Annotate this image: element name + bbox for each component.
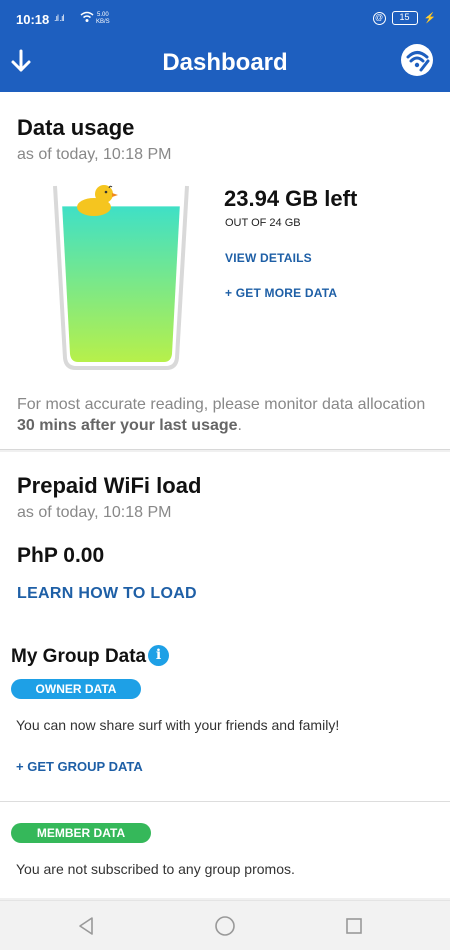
usage-note: For most accurate reading, please monito… xyxy=(17,394,437,436)
data-level-fill xyxy=(62,206,180,362)
network-speed-value: 5.00 xyxy=(97,12,109,18)
group-data-title: My Group Data xyxy=(11,646,147,667)
wifi-status-icon xyxy=(80,11,94,26)
member-data-badge: MEMBER DATA xyxy=(11,823,151,843)
page-title: Dashboard xyxy=(162,49,288,76)
data-usage-timestamp: as of today, 10:18 PM xyxy=(17,146,172,163)
view-details-link[interactable]: VIEW DETAILS xyxy=(225,251,312,265)
get-group-data-link[interactable]: + GET GROUP DATA xyxy=(16,759,143,774)
network-speed-unit: KB/S xyxy=(96,19,110,25)
charging-bolt-icon: ⚡ xyxy=(423,12,436,24)
network-speed: 5.00 KB/S xyxy=(96,12,110,26)
data-total: OUT OF 24 GB xyxy=(225,217,301,229)
member-data-text: You are not subscribed to any group prom… xyxy=(16,861,295,877)
get-more-data-link[interactable]: + GET MORE DATA xyxy=(225,286,337,300)
wifi-balance: PhP 0.00 xyxy=(17,544,105,567)
wifi-load-card: Prepaid WiFi load as of today, 10:18 PM … xyxy=(0,452,450,620)
status-time: 10:18 xyxy=(16,12,50,27)
app-bar: Dashboard xyxy=(0,40,450,92)
divider xyxy=(0,801,450,802)
back-triangle-icon[interactable] xyxy=(75,915,97,937)
wifi-load-timestamp: as of today, 10:18 PM xyxy=(17,504,172,521)
wifi-load-title: Prepaid WiFi load xyxy=(17,473,202,498)
owner-data-text: You can now share surf with your friends… xyxy=(16,717,340,733)
learn-how-to-load-link[interactable]: LEARN HOW TO LOAD xyxy=(17,585,197,603)
info-icon[interactable]: i xyxy=(148,645,169,666)
usage-note-prefix: For most accurate reading, please monito… xyxy=(17,396,426,413)
home-circle-icon[interactable] xyxy=(214,915,236,937)
battery-icon: 15 xyxy=(391,11,418,25)
rotation-lock-icon: @ xyxy=(372,11,386,25)
usage-note-suffix: . xyxy=(237,417,242,434)
data-remaining: 23.94 GB left xyxy=(224,186,358,211)
recents-square-icon[interactable] xyxy=(343,915,365,937)
group-data-card: My Group Data i OWNER DATA You can now s… xyxy=(0,620,450,898)
signal-icon: .ıl .ıl xyxy=(54,13,64,23)
usage-note-emphasis: 30 mins after your last usage xyxy=(17,417,238,434)
data-usage-card: Data usage as of today, 10:18 PM 23.94 G… xyxy=(0,92,450,450)
data-glass-gauge xyxy=(53,185,189,370)
system-nav-bar xyxy=(0,900,450,950)
wifi-logo-icon[interactable] xyxy=(401,44,433,76)
owner-data-badge: OWNER DATA xyxy=(11,679,141,699)
data-usage-title: Data usage xyxy=(17,115,135,140)
status-bar: 10:18 .ıl .ıl 5.00 KB/S @ 15 ⚡ xyxy=(0,0,450,40)
